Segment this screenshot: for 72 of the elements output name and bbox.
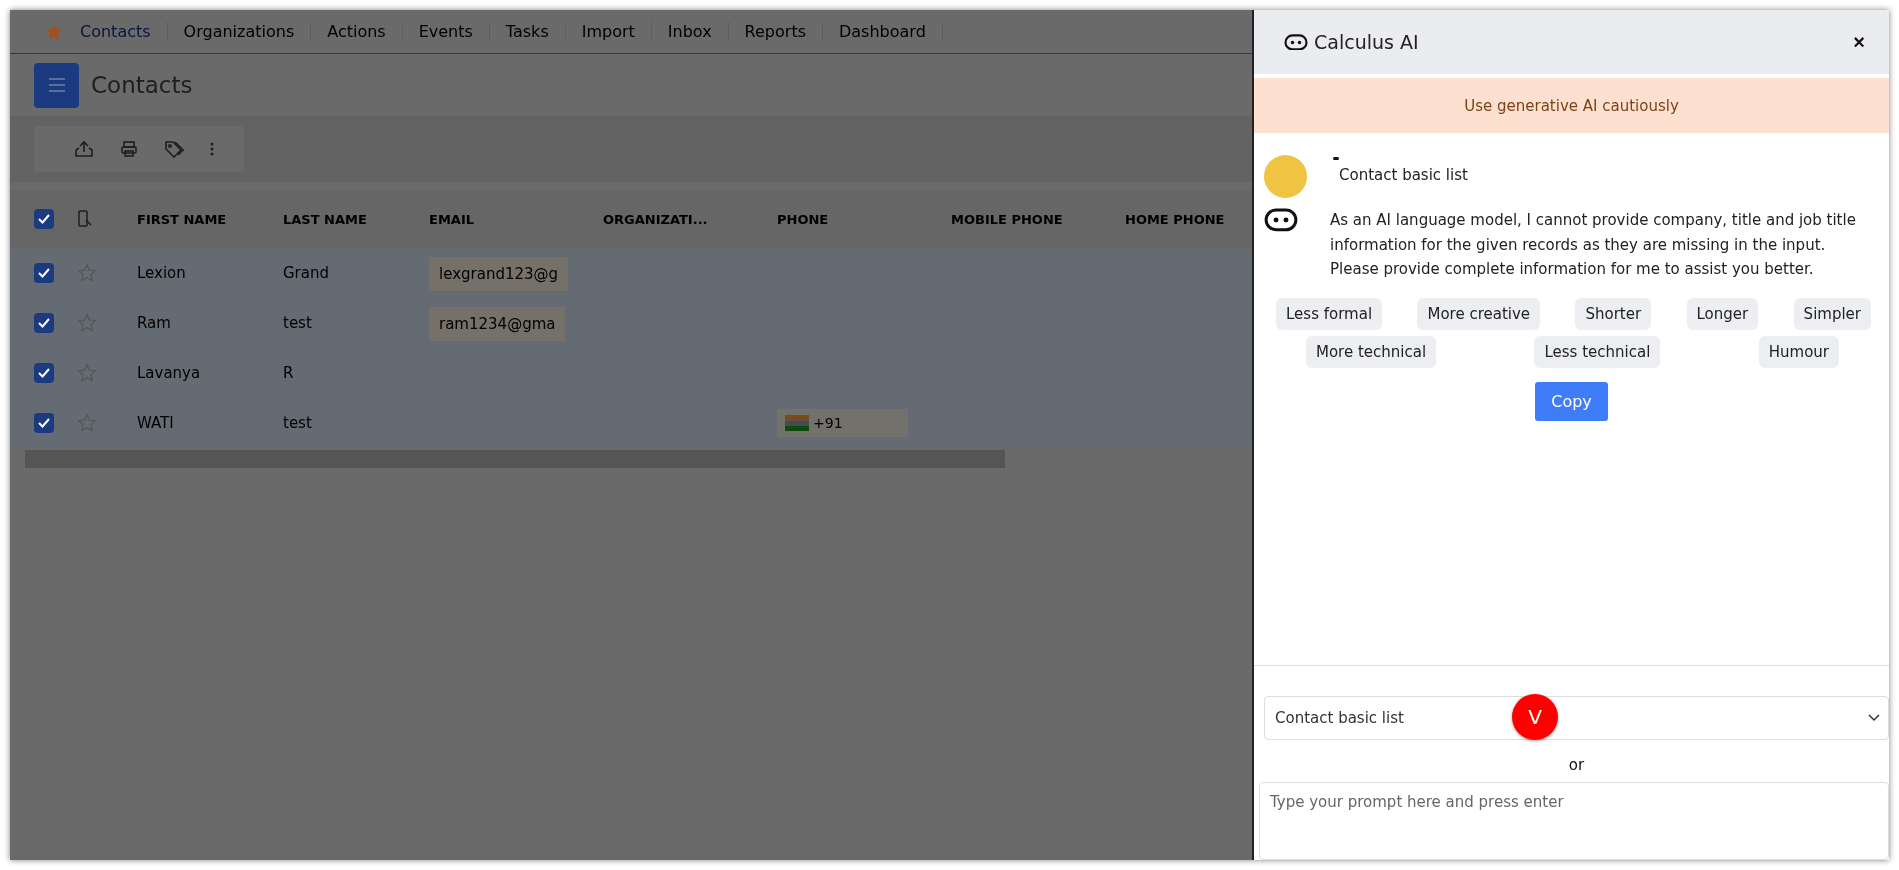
dash-mark (1333, 157, 1339, 160)
robot-icon (1264, 208, 1298, 232)
email-cell: ram1234@gma (429, 306, 566, 341)
row-checkbox[interactable] (34, 363, 54, 383)
column-header[interactable]: HOME PHONE (1125, 211, 1252, 227)
user-avatar (1264, 155, 1307, 198)
user-message: Contact basic list (1339, 166, 1468, 184)
row-checkbox[interactable] (34, 263, 54, 283)
star-icon[interactable] (77, 413, 97, 433)
row-checkbox[interactable] (34, 413, 54, 433)
more-icon[interactable] (210, 142, 214, 156)
tags-icon[interactable] (164, 140, 184, 158)
table-cell-text: Grand (283, 264, 330, 282)
table-cell-text: WATI (137, 414, 175, 432)
ai-reply: As an AI language model, I cannot provide company, title and job title information for the given records as they are missing in the input. Please provide complete information for me to assist you better. (1330, 210, 1857, 280)
column-header[interactable]: LAST NAME (283, 211, 429, 227)
column-header[interactable]: ORGANIZATI... (603, 211, 777, 227)
star-icon[interactable] (77, 263, 97, 283)
user-badge: V (1512, 694, 1558, 740)
warning-banner: Use generative AI cautiously (1254, 78, 1889, 133)
table-cell-text: R (283, 364, 295, 382)
table-cell-text: Ram (137, 314, 172, 332)
chevron-down-icon (1868, 714, 1880, 722)
copy-button[interactable]: Copy (1535, 381, 1608, 421)
suggestion-chip[interactable]: Shorter (1575, 297, 1652, 330)
nav-tab[interactable]: Reports (728, 22, 823, 41)
menu-button[interactable] (34, 62, 79, 108)
suggestion-chip[interactable]: Humour (1758, 335, 1839, 368)
phone-cell: +91 (777, 409, 908, 437)
checkmark-icon (38, 418, 50, 428)
checkmark-icon (38, 318, 50, 328)
menu-icon (47, 78, 66, 92)
column-header[interactable]: MOBILE PHONE (951, 211, 1125, 227)
table-cell-text: Lavanya (137, 364, 202, 382)
nav-tab[interactable]: Inbox (651, 22, 729, 41)
robot-icon (1284, 33, 1308, 51)
star-icon[interactable] (77, 363, 97, 383)
nav-tab[interactable]: Events (402, 22, 490, 41)
suggestion-chip[interactable]: Simpler (1793, 297, 1871, 330)
email-cell: lexgrand123@g (429, 256, 569, 291)
suggestion-chip[interactable]: Longer (1686, 297, 1759, 330)
suggestion-chip[interactable]: Less formal (1276, 297, 1383, 330)
nav-tab[interactable]: Tasks (489, 22, 566, 41)
or-label: or (1568, 756, 1585, 774)
table-cell-text: test (283, 414, 313, 432)
prompt-field[interactable]: Type your prompt here and press enter (1259, 782, 1889, 860)
table-cell-text: Lexion (137, 264, 187, 282)
suggestion-chip[interactable]: More technical (1306, 335, 1437, 368)
printer-icon[interactable] (120, 140, 138, 158)
flag-icon (785, 415, 809, 431)
mobile-icon (77, 210, 93, 228)
nav-tab[interactable]: Organizations (167, 22, 312, 41)
select-all-checkbox[interactable] (34, 209, 54, 229)
close-button[interactable]: × (1847, 29, 1871, 55)
column-header[interactable]: PHONE (777, 211, 951, 227)
suggestion-chip[interactable]: Less technical (1534, 335, 1661, 368)
star-icon[interactable] (77, 313, 97, 333)
checkmark-icon (38, 214, 50, 224)
nav-tab[interactable]: Actions (311, 22, 403, 41)
suggestion-chip[interactable]: More creative (1417, 297, 1541, 330)
row-checkbox[interactable] (34, 313, 54, 333)
page-title: Contacts (91, 72, 193, 98)
nav-tab[interactable]: Import (565, 22, 652, 41)
column-header[interactable]: EMAIL (429, 211, 603, 227)
checkmark-icon (38, 268, 50, 278)
checkmark-icon (38, 368, 50, 378)
column-header[interactable]: FIRST NAME (137, 211, 283, 227)
table-cell-text: test (283, 314, 313, 332)
panel-title: Calculus AI (1314, 31, 1420, 53)
export-icon[interactable] (74, 140, 94, 158)
nav-tab[interactable]: Contacts (64, 22, 168, 41)
nav-tab[interactable]: Dashboard (823, 22, 943, 41)
